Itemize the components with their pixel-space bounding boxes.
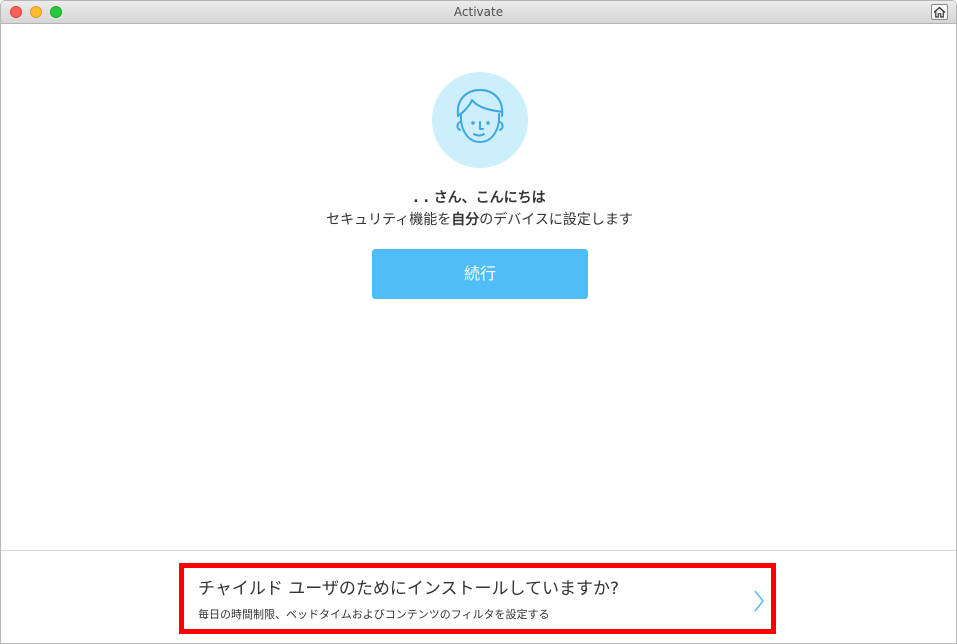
greeting-label: さん、こんにちは — [433, 190, 546, 206]
subtitle-bold: 自分 — [451, 212, 480, 228]
chevron-right-icon — [754, 590, 764, 612]
child-install-title: チャイルド ユーザのためにインストールしていますか? — [198, 579, 620, 599]
greeting-text: . . さん、こんにちは — [1, 187, 956, 207]
subtitle-before: セキュリティ機能を — [326, 212, 452, 228]
divider — [1, 550, 956, 551]
user-avatar — [432, 72, 528, 168]
subtitle-text: セキュリティ機能を自分のデバイスに設定します — [1, 209, 956, 229]
subtitle-after: のデバイスに設定します — [479, 212, 633, 228]
activate-window: Activate . . さん、こんにちは セキュリティ機能を自分のデバイスに設… — [0, 0, 957, 644]
child-install-description: 毎日の時間制限、ベッドタイムおよびコンテンツのフィルタを設定する — [198, 608, 550, 621]
continue-button[interactable]: 続行 — [372, 249, 588, 299]
home-icon — [933, 6, 946, 18]
user-face-icon — [456, 89, 504, 143]
window-title: Activate — [453, 5, 504, 19]
title-bar[interactable]: Activate — [1, 1, 956, 24]
child-install-link[interactable]: チャイルド ユーザのためにインストールしていますか? 毎日の時間制限、ベッドタイ… — [179, 563, 776, 634]
home-button[interactable] — [931, 4, 948, 20]
greeting-prefix: . . — [413, 190, 434, 206]
